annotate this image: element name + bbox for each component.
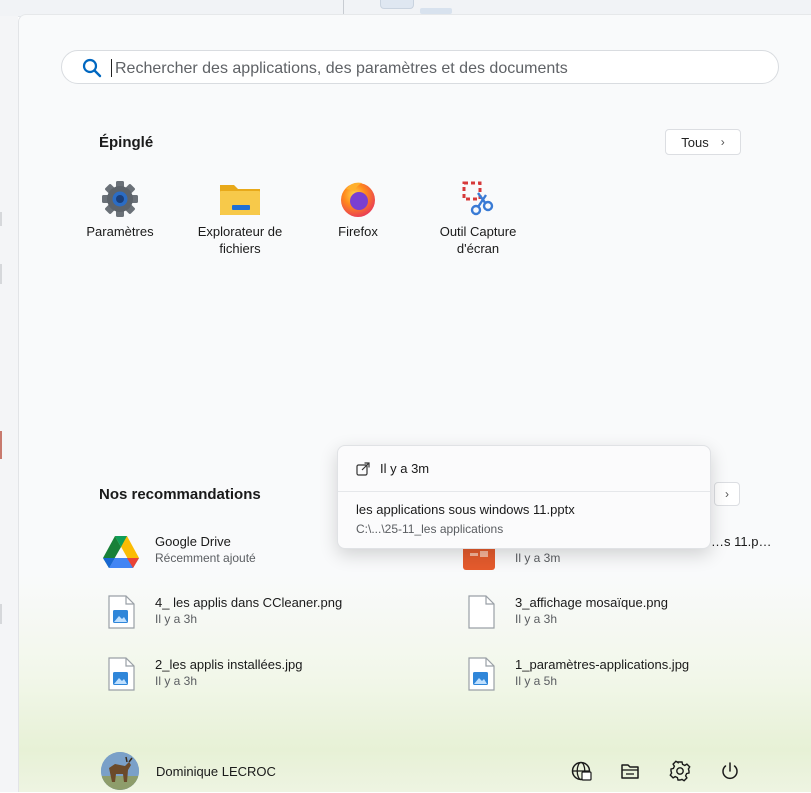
open-external-icon [356, 461, 370, 476]
search-icon [82, 58, 102, 78]
chevron-right-icon: › [725, 487, 729, 501]
all-apps-button[interactable]: Tous › [665, 129, 741, 155]
search-box[interactable] [61, 50, 779, 84]
item-name: 3_affichage mosaïque.png [515, 595, 668, 610]
background-mark [0, 264, 2, 284]
pinned-title: Épinglé [99, 134, 154, 151]
recommended-item-applis-installees[interactable]: 2_les applis installées.jpg Il y a 3h [107, 657, 407, 701]
user-name[interactable]: Dominique LECROC [156, 764, 276, 779]
recommended-item-mosaique[interactable]: 3_affichage mosaïque.png Il y a 3h [467, 595, 767, 639]
hover-card-time: Il y a 3m [380, 461, 430, 476]
pinned-app-parametres[interactable]: Paramètres [65, 179, 175, 240]
item-time: Il y a 3h [515, 612, 558, 626]
app-label: Paramètres [86, 224, 154, 239]
network-globe-icon[interactable] [570, 760, 592, 782]
power-icon[interactable] [719, 760, 741, 782]
start-menu: Épinglé Tous › [18, 14, 811, 792]
recommended-title: Nos recommandations [99, 486, 261, 503]
documents-folder-icon[interactable] [619, 760, 641, 782]
item-time: Il y a 3h [155, 612, 198, 626]
item-name: Google Drive [155, 534, 231, 549]
all-apps-label: Tous [681, 134, 709, 150]
settings-gear-icon [98, 179, 142, 219]
image-file-icon [468, 657, 495, 691]
app-label: Outil Capture d'écran [439, 224, 517, 256]
avatar[interactable] [101, 752, 139, 790]
item-name: …s 11.p… [711, 534, 772, 549]
pinned-app-capture[interactable]: Outil Capture d'écran [423, 179, 533, 257]
file-hover-card: Il y a 3m les applications sous windows … [337, 445, 711, 549]
blank-file-icon [468, 595, 495, 629]
item-name: 2_les applis installées.jpg [155, 657, 303, 672]
background-tab [380, 0, 414, 9]
search-input[interactable] [113, 57, 757, 81]
app-label: Explorateur de fichiers [197, 224, 283, 256]
background-divider [343, 0, 344, 14]
background-mark [0, 431, 2, 459]
item-time: Récemment ajouté [155, 551, 256, 565]
file-explorer-folder-icon [218, 179, 262, 219]
item-time: Il y a 3m [515, 551, 561, 565]
hover-card-path: C:\...\25-11_les applications [356, 522, 504, 536]
hover-card-divider [338, 491, 710, 492]
background-mark [0, 212, 2, 226]
firefox-icon [336, 179, 380, 219]
hover-card-filename: les applications sous windows 11.pptx [356, 502, 575, 517]
recommended-item-google-drive[interactable]: Google Drive Récemment ajouté [101, 534, 361, 578]
pinned-app-firefox[interactable]: Firefox [303, 179, 413, 240]
chevron-right-icon: › [720, 135, 725, 149]
snipping-tool-icon [456, 179, 500, 219]
app-label: Firefox [338, 224, 378, 239]
text-cursor [111, 59, 112, 77]
settings-gear-icon[interactable] [669, 760, 691, 782]
recommended-item-parametres-applications[interactable]: 1_paramètres-applications.jpg Il y a 5h [467, 657, 767, 701]
image-file-icon [108, 595, 135, 629]
more-recommendations-button[interactable]: › [714, 482, 740, 506]
recommended-item-ccleaner[interactable]: 4_ les applis dans CCleaner.png Il y a 3… [107, 595, 407, 639]
google-drive-icon [103, 536, 139, 568]
item-time: Il y a 5h [515, 674, 558, 688]
pinned-app-explorateur[interactable]: Explorateur de fichiers [185, 179, 295, 257]
image-file-icon [108, 657, 135, 691]
hover-card-header: Il y a 3m [356, 461, 429, 476]
item-name: 1_paramètres-applications.jpg [515, 657, 690, 672]
item-name: 4_ les applis dans CCleaner.png [155, 595, 343, 610]
background-mark [0, 604, 2, 624]
background-left-edge [0, 16, 18, 792]
start-footer: Dominique LECROC [19, 739, 811, 793]
item-time: Il y a 3h [155, 674, 198, 688]
